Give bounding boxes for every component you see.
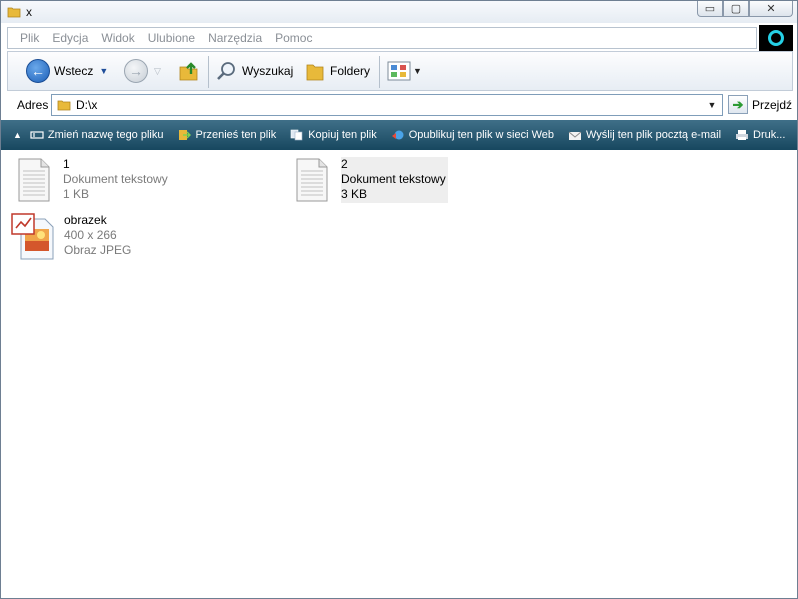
task-label: Kopiuj ten plik xyxy=(308,129,377,141)
address-value: D:\x xyxy=(76,98,98,112)
email-icon xyxy=(568,131,582,140)
file-item[interactable]: 1 Dokument tekstowy 1 KB xyxy=(17,157,170,203)
file-name: 2 xyxy=(341,157,348,171)
task-email[interactable]: Wyślij ten plik pocztą e-mail xyxy=(568,129,721,141)
file-size: 1 KB xyxy=(63,187,90,201)
jpeg-image-icon xyxy=(11,213,54,260)
ring-logo-icon xyxy=(768,30,784,46)
file-dimensions: 400 x 266 xyxy=(64,228,117,242)
views-icon xyxy=(387,61,411,81)
back-arrow-icon: ← xyxy=(26,59,50,83)
task-label: Wyślij ten plik pocztą e-mail xyxy=(586,129,722,141)
task-label: Przenieś ten plik xyxy=(195,129,277,141)
address-label: Adres xyxy=(17,98,49,112)
forward-button[interactable]: → ▽ xyxy=(124,58,161,84)
menu-view[interactable]: Widok xyxy=(101,31,134,45)
address-input[interactable]: D:\x ▼ xyxy=(51,94,723,116)
up-folder-icon xyxy=(179,62,198,81)
menu-tools[interactable]: Narzędzia xyxy=(208,31,262,45)
windows-logo xyxy=(759,25,793,51)
file-type: Dokument tekstowy xyxy=(63,172,168,186)
menu-edit[interactable]: Edycja xyxy=(52,31,88,45)
back-label: Wstecz xyxy=(54,64,94,78)
menu-bar: Plik Edycja Widok Ulubione Narzędzia Pom… xyxy=(7,27,757,49)
task-print[interactable]: Druk... xyxy=(735,129,785,141)
forward-arrow-icon: → xyxy=(124,59,148,83)
back-dropdown-icon[interactable]: ▼ xyxy=(99,66,108,76)
file-type: Obraz JPEG xyxy=(64,243,132,257)
file-item[interactable]: 2 Dokument tekstowy 3 KB xyxy=(295,157,448,203)
task-label: Zmień nazwę tego pliku xyxy=(47,129,164,141)
folders-icon xyxy=(306,64,324,81)
text-document-icon xyxy=(18,158,50,202)
copy-file-icon xyxy=(290,129,303,141)
publish-web-icon xyxy=(391,130,404,140)
move-file-icon xyxy=(179,130,192,140)
go-button[interactable]: Przejdź xyxy=(752,98,792,112)
toolbar-separator xyxy=(379,56,380,88)
file-item[interactable]: obrazek 400 x 266 Obraz JPEG xyxy=(11,213,133,261)
menu-help[interactable]: Pomoc xyxy=(275,31,312,45)
toolbar-separator xyxy=(208,56,209,88)
folder-icon xyxy=(7,7,21,18)
file-name: 1 xyxy=(63,157,70,171)
file-list[interactable]: 1 Dokument tekstowy 1 KB 2 Dokument teks… xyxy=(1,150,797,598)
menu-file[interactable]: Plik xyxy=(20,31,39,45)
rename-icon xyxy=(30,131,44,139)
views-dropdown-icon[interactable]: ▼ xyxy=(413,66,422,76)
print-icon xyxy=(736,130,749,140)
collapse-tasks-icon[interactable]: ▲ xyxy=(13,130,22,140)
task-label: Druk... xyxy=(753,129,786,141)
file-tasks-bar: ▲ Zmień nazwę tego pliku Przenieś ten pl… xyxy=(1,120,797,150)
text-document-icon xyxy=(296,158,328,202)
file-type: Dokument tekstowy xyxy=(341,172,446,186)
window-title: x xyxy=(26,5,32,19)
search-icon xyxy=(217,62,235,80)
folder-icon xyxy=(57,100,71,111)
views-button[interactable]: ▼ xyxy=(387,58,422,84)
task-copy[interactable]: Kopiuj ten plik xyxy=(290,129,377,141)
task-move[interactable]: Przenieś ten plik xyxy=(177,129,276,141)
menu-favorites[interactable]: Ulubione xyxy=(148,31,195,45)
file-size: 3 KB xyxy=(341,187,368,201)
address-dropdown-icon[interactable]: ▼ xyxy=(704,96,720,114)
search-button[interactable]: Wyszukaj xyxy=(216,58,293,84)
address-bar: Adres D:\x ▼ ➔ Przejdź xyxy=(7,93,793,117)
forward-dropdown-icon[interactable]: ▽ xyxy=(154,66,161,77)
minimize-button[interactable]: ▭ xyxy=(697,1,723,17)
toolbar: ← Wstecz ▼ → ▽ Wyszukaj Foldery ▼ xyxy=(7,51,793,91)
search-label: Wyszukaj xyxy=(242,64,294,78)
back-button[interactable]: ← Wstecz ▼ xyxy=(26,58,108,84)
maximize-button[interactable]: ▢ xyxy=(723,1,749,17)
title-bar[interactable]: x ▭ ▢ ✕ xyxy=(1,1,797,23)
go-arrow-icon[interactable]: ➔ xyxy=(728,95,748,114)
explorer-window: x ▭ ▢ ✕ Plik Edycja Widok Ulubione Narzę… xyxy=(0,0,798,599)
task-rename[interactable]: Zmień nazwę tego pliku xyxy=(30,129,164,141)
close-button[interactable]: ✕ xyxy=(749,1,793,17)
task-label: Opublikuj ten plik w sieci Web xyxy=(408,129,555,141)
task-publish[interactable]: Opublikuj ten plik w sieci Web xyxy=(391,129,554,141)
folders-label: Foldery xyxy=(330,64,371,78)
folders-button[interactable]: Foldery xyxy=(304,58,370,84)
file-name: obrazek xyxy=(64,213,107,227)
up-folder-button[interactable] xyxy=(178,58,200,84)
